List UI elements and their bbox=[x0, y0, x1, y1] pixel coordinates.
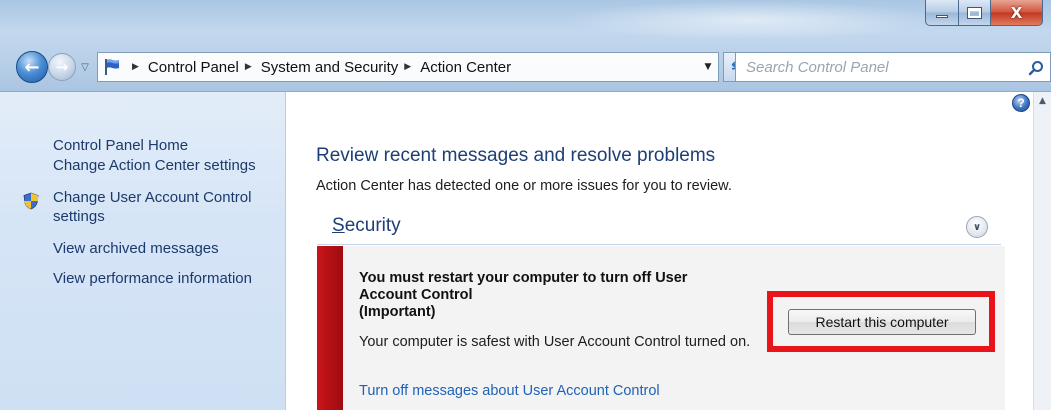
forward-button[interactable]: → bbox=[48, 53, 76, 81]
restart-computer-button[interactable]: Restart this computer bbox=[788, 309, 976, 335]
scroll-up-arrow-icon[interactable]: ▲ bbox=[1034, 92, 1051, 110]
section-divider bbox=[317, 244, 1001, 245]
collapse-section-button[interactable]: ∨ bbox=[966, 216, 988, 238]
minimize-icon bbox=[936, 15, 948, 18]
security-section-header[interactable]: Security bbox=[332, 215, 401, 237]
sidebar: Control Panel Home Change Action Center … bbox=[0, 92, 286, 410]
vertical-scrollbar[interactable]: ▲ bbox=[1033, 92, 1051, 410]
important-alert-bar bbox=[317, 246, 343, 410]
breadcrumb-system-and-security[interactable]: System and Security bbox=[261, 59, 399, 76]
breadcrumb-separator-icon[interactable]: ▶ bbox=[245, 62, 252, 72]
back-arrow-icon: ← bbox=[24, 56, 40, 78]
address-bar[interactable]: ▶ Control Panel ▶ System and Security ▶ … bbox=[97, 52, 719, 82]
sidebar-change-action-center-settings[interactable]: Change Action Center settings bbox=[53, 156, 273, 175]
breadcrumb-separator-icon[interactable]: ▶ bbox=[404, 62, 411, 72]
action-center-flag-icon bbox=[98, 53, 126, 81]
sidebar-view-archived-messages[interactable]: View archived messages bbox=[53, 239, 273, 258]
recent-pages-dropdown[interactable]: ▽ bbox=[78, 60, 92, 74]
main-content: Review recent messages and resolve probl… bbox=[287, 92, 1033, 410]
chevron-down-icon: ▽ bbox=[81, 61, 89, 73]
navigation-bar: ← → ▽ ▶ Control Panel ▶ System and Secur… bbox=[0, 50, 1051, 86]
maximize-button[interactable] bbox=[959, 0, 991, 26]
sidebar-view-performance-information[interactable]: View performance information bbox=[53, 269, 273, 288]
page-title: Review recent messages and resolve probl… bbox=[316, 145, 716, 166]
sidebar-change-uac-settings[interactable]: Change User Account Control settings bbox=[53, 188, 273, 226]
search-box bbox=[735, 52, 1051, 82]
uac-shield-icon bbox=[23, 192, 39, 210]
close-icon: X bbox=[1010, 3, 1023, 22]
back-button[interactable]: ← bbox=[16, 51, 48, 83]
sidebar-control-panel-home[interactable]: Control Panel Home bbox=[53, 136, 273, 155]
address-dropdown-icon[interactable]: ▼ bbox=[702, 61, 714, 73]
security-section-accelerator: S bbox=[332, 215, 345, 236]
help-icon[interactable]: ? bbox=[1012, 94, 1030, 112]
page-subtitle: Action Center has detected one or more i… bbox=[316, 178, 732, 194]
search-input[interactable] bbox=[736, 53, 1016, 81]
breadcrumb-control-panel[interactable]: Control Panel bbox=[148, 59, 239, 76]
minimize-button[interactable] bbox=[925, 0, 959, 26]
security-section-title: ecurity bbox=[344, 215, 401, 236]
message-title: You must restart your computer to turn o… bbox=[359, 270, 688, 303]
close-button[interactable]: X bbox=[991, 0, 1043, 26]
titlebar-glow bbox=[560, 0, 940, 40]
turn-off-uac-messages-link[interactable]: Turn off messages about User Account Con… bbox=[359, 383, 660, 399]
caption-buttons: X bbox=[925, 0, 1043, 28]
chevron-down-icon: ∨ bbox=[972, 221, 982, 233]
maximize-icon bbox=[967, 6, 982, 19]
message-description: Your computer is safest with User Accoun… bbox=[359, 334, 751, 350]
breadcrumb-action-center[interactable]: Action Center bbox=[420, 59, 511, 76]
breadcrumb-separator-icon[interactable]: ▶ bbox=[132, 62, 139, 72]
message-importance: (Important) bbox=[359, 304, 436, 320]
forward-arrow-icon: → bbox=[55, 58, 69, 76]
search-icon[interactable] bbox=[1028, 60, 1044, 76]
alert-bar-shade bbox=[317, 246, 343, 410]
